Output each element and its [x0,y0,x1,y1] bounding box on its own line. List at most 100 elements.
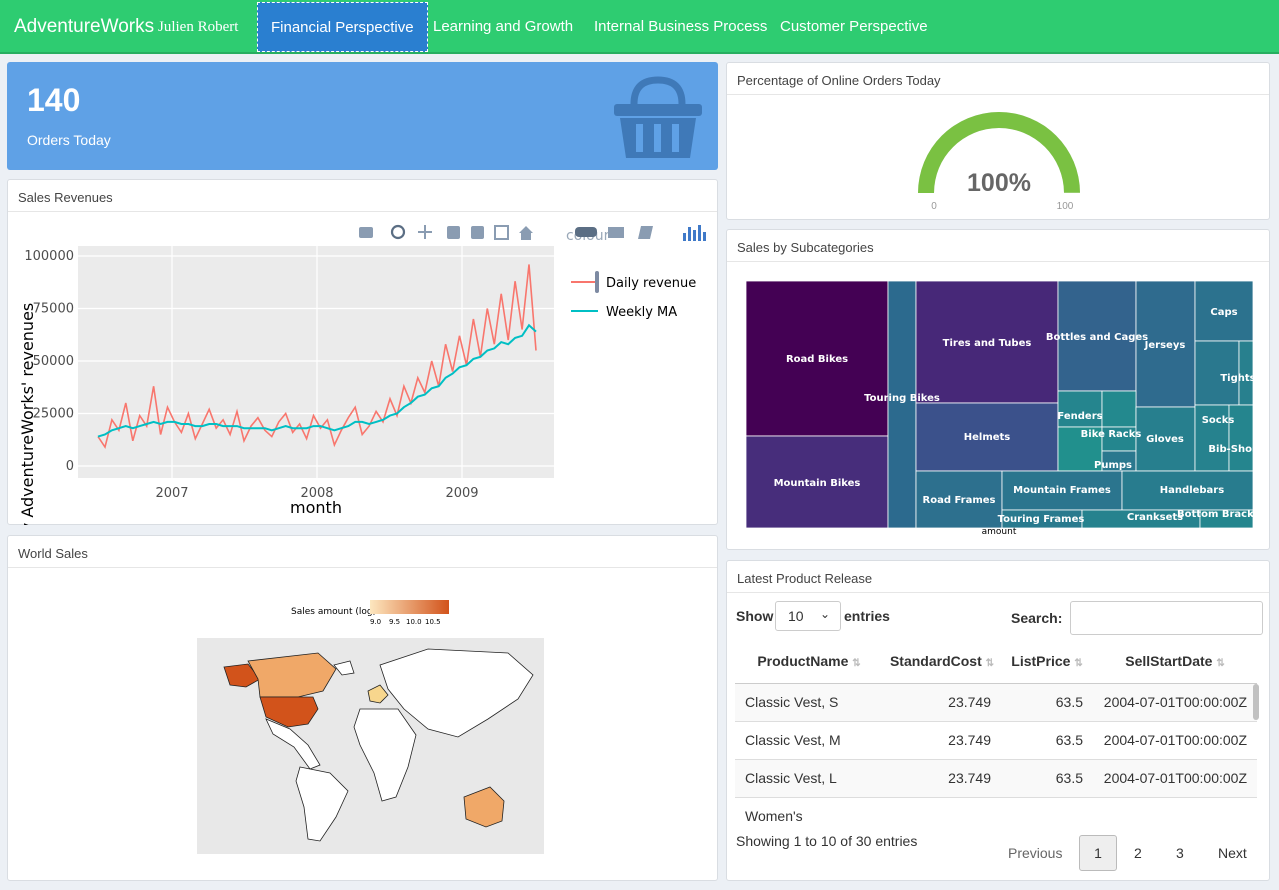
revenue-chart: colour 200720082009025000500007500010000… [18,224,706,525]
world-sales-box: World Sales Sales amount (log) 9.0 9.5 1… [7,535,718,881]
gauge-min: 0 [931,201,937,212]
legend-daily-revenue[interactable]: Daily revenue [606,276,696,291]
hover-compare-icon[interactable] [638,226,653,239]
map-legend-tick-2: 9.5 [389,618,400,626]
page-1-button[interactable]: 1 [1079,835,1117,871]
zoom-in-icon[interactable] [447,226,460,239]
gauge-max: 100 [1057,201,1074,212]
chevron-down-icon: ⌄ [819,607,830,621]
tile-fenders-2[interactable] [1101,390,1137,428]
col-listprice[interactable]: ListPrice ⇅ [1001,639,1093,684]
legend-weekly-ma[interactable]: Weekly MA [606,305,677,320]
cell-sellstartdate: 2004-07-01T00:00:00Z [1093,758,1257,797]
label-jerseys: Jerseys [1144,340,1186,351]
cell-standardcost: 23.749 [883,682,1001,721]
zoom-out-icon[interactable] [471,226,484,239]
app-brand[interactable]: AdventureWorks [14,16,154,38]
next-page-button[interactable]: Next [1218,845,1247,861]
table-scrollbar[interactable] [1253,684,1259,720]
y-tick-label: 50000 [33,354,74,369]
cell-listprice [1001,796,1093,829]
tile-touring-bikes[interactable] [887,280,917,529]
online-orders-box: Percentage of Online Orders Today 100% 0… [726,62,1270,220]
label-tights: Tights [1220,373,1255,384]
pan-icon[interactable] [418,225,432,239]
orders-label: Orders Today [27,132,111,148]
autoscale-icon[interactable] [494,225,509,240]
orders-value: 140 [27,82,81,118]
cell-standardcost: 23.749 [883,720,1001,759]
label-mountain-frames: Mountain Frames [1013,485,1111,496]
home-icon[interactable] [519,226,533,240]
products-table: ProductName ⇅ StandardCost ⇅ ListPrice ⇅… [735,639,1257,829]
sort-icon: ⇅ [1074,657,1083,669]
table-row[interactable]: Classic Vest, S 23.749 63.5 2004-07-01T00:0… [735,682,1257,721]
page-2-button[interactable]: 2 [1134,845,1142,861]
product-release-box: Latest Product Release Show 10 ⌄ entries… [726,560,1270,881]
online-gauge: 100% 0 100 [918,111,1080,212]
sort-icon: ⇅ [852,657,861,669]
search-input[interactable] [1070,601,1263,635]
label-socks: Socks [1202,415,1235,426]
cell-standardcost: 23.749 [883,758,1001,797]
online-orders-title: Percentage of Online Orders Today [727,63,1269,95]
label-mountain-bikes: Mountain Bikes [774,478,861,489]
sales-revenues-title: Sales Revenues [8,180,717,212]
subcategories-treemap: Road Bikes Mountain Bikes Touring Bikes … [745,280,1269,537]
label-bottles-and-cages: Bottles and Cages [1046,332,1148,343]
table-info: Showing 1 to 10 of 30 entries [736,833,918,849]
top-navbar: AdventureWorks Julien Robert Financial P… [0,0,1279,54]
table-row[interactable]: Classic Vest, M 23.749 63.5 2004-07-01T00:0… [735,720,1257,759]
gauge-value: 100% [967,169,1031,197]
cell-sellstartdate [1093,796,1257,829]
subcategories-box: Sales by Subcategories Road Bikes Mounta… [726,229,1270,550]
cell-listprice: 63.5 [1001,758,1093,797]
y-tick-label: 100000 [24,249,74,264]
page-3-button[interactable]: 3 [1176,845,1184,861]
cell-listprice: 63.5 [1001,720,1093,759]
map-legend-tick-1: 9.0 [370,618,381,626]
user-name: Julien Robert [158,19,239,35]
plotly-logo-icon[interactable] [683,225,706,241]
tab-learning-and-growth[interactable]: Learning and Growth [420,2,586,52]
label-handlebars: Handlebars [1160,485,1224,496]
map-legend-tick-3: 10.0 [406,618,422,626]
chart-legend: Daily revenue Weekly MA [571,271,696,320]
tab-customer-perspective[interactable]: Customer Perspective [767,2,941,52]
table-row[interactable]: Classic Vest, L 23.749 63.5 2004-07-01T00:0… [735,758,1257,797]
prev-page-button[interactable]: Previous [1008,845,1062,861]
x-tick-label: 2009 [445,486,478,501]
entries-select-value: 10 [788,608,804,624]
label-road-frames: Road Frames [923,495,996,506]
x-tick-label: 2007 [155,486,188,501]
tab-internal-business-process[interactable]: Internal Business Process [581,2,780,52]
col-sellstartdate[interactable]: SellStartDate ⇅ [1093,639,1257,684]
cell-listprice: 63.5 [1001,682,1093,721]
x-axis-label: month [290,498,342,517]
y-tick-label: 25000 [33,407,74,422]
search-label: Search: [1011,610,1063,626]
col-standardcost[interactable]: StandardCost ⇅ [883,639,1001,684]
y-axis-label: Daily AdventureWorks' revenues [18,303,37,525]
cell-sellstartdate: 2004-07-01T00:00:00Z [1093,720,1257,759]
legend-handle [595,271,599,293]
table-row[interactable]: Women's [735,796,1257,829]
cell-standardcost [883,796,1001,829]
zoom-icon[interactable] [390,224,406,240]
hover-closest-icon[interactable] [608,227,624,238]
cell-productname: Classic Vest, L [735,758,883,797]
label-bike-racks: Bike Racks [1081,429,1142,440]
country-canada[interactable] [247,652,337,698]
world-map: Sales amount (log) 9.0 9.5 10.0 10.5 [197,600,544,854]
world-sales-title: World Sales [8,536,717,568]
y-tick-label: 0 [66,459,74,474]
spike-lines-icon[interactable] [575,227,597,237]
camera-icon[interactable] [359,227,373,238]
map-legend-tick-4: 10.5 [425,618,441,626]
entries-select[interactable]: 10 ⌄ [775,601,841,631]
plot-panel [78,246,554,478]
label-touring-frames: Touring Frames [998,514,1085,525]
col-productname[interactable]: ProductName ⇅ [735,639,883,684]
tab-financial-perspective[interactable]: Financial Perspective [257,2,428,52]
show-label: Show [736,608,774,624]
